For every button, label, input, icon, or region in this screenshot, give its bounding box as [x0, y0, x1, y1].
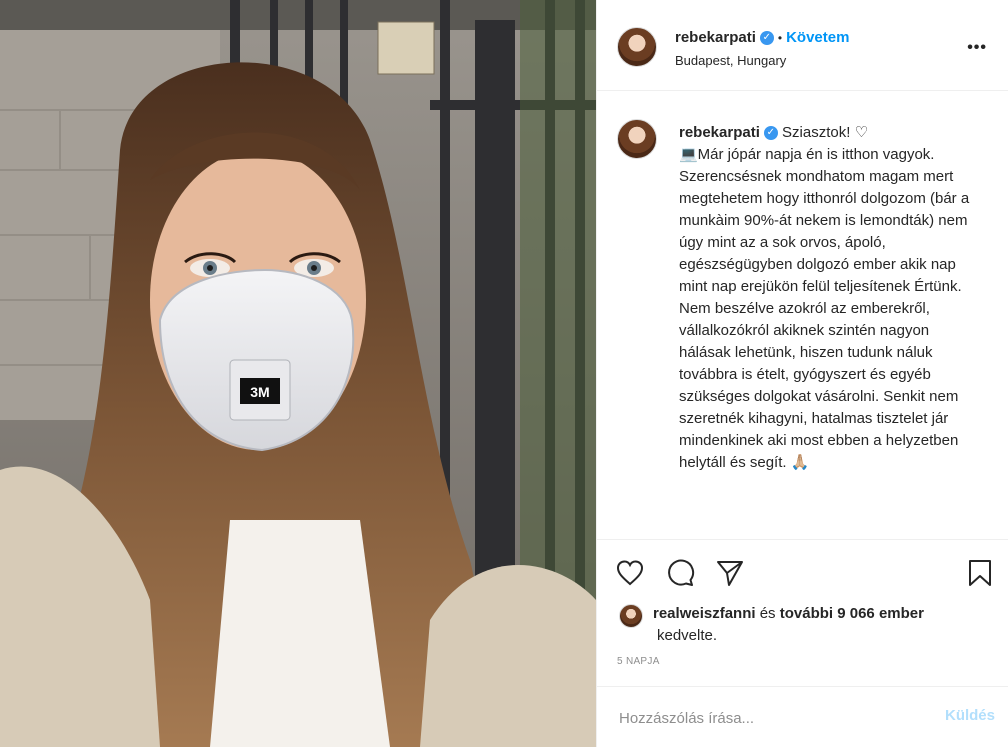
author-avatar[interactable]	[617, 27, 657, 67]
verified-badge-icon: ✓	[759, 31, 774, 46]
svg-text:3M: 3M	[250, 384, 269, 400]
caption-text: Sziasztok! ♡ 💻Már jópár napja én is itth…	[679, 124, 970, 471]
header-user-line: rebekarpati ✓ • Követem	[675, 29, 849, 46]
verified-badge-icon: ✓	[763, 126, 778, 141]
heart-icon[interactable]	[615, 558, 645, 588]
post-timestamp[interactable]: 5 NAPJA	[617, 656, 660, 667]
follow-button[interactable]: Követem	[786, 29, 849, 46]
comment-bubble-icon[interactable]	[665, 558, 695, 588]
caption-section: rebekarpati ✓ Sziasztok! ♡ 💻Már jópár nap…	[597, 91, 1008, 540]
author-username[interactable]: rebekarpati	[675, 29, 756, 46]
post-comment-button[interactable]: Küldés	[945, 707, 995, 724]
caption: rebekarpati ✓ Sziasztok! ♡ 💻Már jópár nap…	[679, 122, 979, 474]
comment-composer: Küldés	[597, 686, 1008, 747]
likes-line: realweiszfanni és további 9 066 ember	[653, 603, 924, 625]
comment-input[interactable]	[617, 705, 921, 731]
post-image: 3M	[0, 0, 596, 747]
post-location[interactable]: Budapest, Hungary	[675, 53, 786, 68]
likes-connector: és	[755, 605, 780, 622]
caption-username[interactable]: rebekarpati	[679, 124, 760, 141]
separator-dot: •	[777, 31, 783, 45]
post-details-panel: rebekarpati ✓ • Követem Budapest, Hungary •…	[596, 0, 1008, 747]
action-bar	[597, 548, 1008, 598]
post-photo[interactable]: 3M	[0, 0, 596, 747]
likes-summary: realweiszfanni és további 9 066 ember ke…	[619, 603, 989, 653]
liker-avatar[interactable]	[619, 604, 643, 628]
caption-author-avatar[interactable]	[617, 119, 657, 159]
paper-plane-icon[interactable]	[715, 558, 745, 588]
likes-others-link[interactable]: további 9 066 ember	[780, 605, 924, 622]
bookmark-icon[interactable]	[965, 558, 995, 588]
more-options-button[interactable]: •••	[967, 39, 987, 57]
post-header: rebekarpati ✓ • Követem Budapest, Hungary •…	[597, 3, 1008, 91]
likes-suffix: kedvelte.	[657, 627, 718, 644]
liker-username[interactable]: realweiszfanni	[653, 605, 756, 622]
